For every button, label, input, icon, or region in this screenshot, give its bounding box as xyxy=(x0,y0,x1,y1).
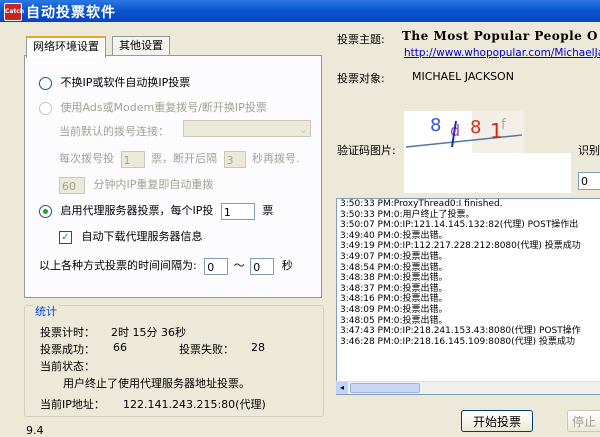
option-no-ip-change-row[interactable]: 不换IP或软件自动换IP投票 xyxy=(39,74,190,90)
window-title: 自动投票软件 xyxy=(26,5,116,21)
log-line: 3:48:54 PM:0:投票出错。 xyxy=(340,262,448,273)
log-list[interactable]: 3:50:33 PM:ProxyThread0:I finished. 3:50… xyxy=(336,198,600,395)
interval-unit: 秒 xyxy=(281,259,293,272)
topic-label: 投票主题: xyxy=(337,33,385,46)
log-line: 3:50:33 PM:0:用户终止了投票。 xyxy=(340,209,475,220)
log-horizontal-scrollbar[interactable]: ◂ xyxy=(336,381,600,394)
radio-no-ip-change[interactable] xyxy=(39,76,52,90)
stop-vote-button[interactable]: 停止 xyxy=(567,410,600,432)
dial-connection-select[interactable]: ⌄ xyxy=(183,120,311,137)
title-bar: Catch 自动投票软件 xyxy=(0,0,600,22)
log-line: 3:47:43 PM:0:IP:218.241.153.43:8080(代理) … xyxy=(340,326,581,337)
radio-adsl-redial[interactable] xyxy=(39,101,52,115)
log-line: 3:50:33 PM:ProxyThread0:I finished. xyxy=(340,199,503,209)
success-label: 投票成功： xyxy=(40,343,95,356)
dial-each-mid: 票，断开后隔 xyxy=(151,152,217,165)
captcha-graphic: 8 d 8 1 f xyxy=(404,111,524,153)
option-adsl-redial-label: 使用Ads或Modem重复拨号/断开换IP投票 xyxy=(60,101,267,114)
scroll-thumb[interactable] xyxy=(350,383,420,393)
dial-wait-input[interactable]: 3 xyxy=(223,150,246,168)
timer-value: 2时 15分 36秒 xyxy=(111,326,186,339)
tab-panel-network: 不换IP或软件自动换IP投票 使用Ads或Modem重复拨号/断开换IP投票 当… xyxy=(24,55,322,298)
log-line: 3:49:19 PM:0:IP:112.217.228.212:8080(代理)… xyxy=(340,241,581,252)
app-icon: Catch xyxy=(4,3,24,21)
log-line: 3:48:05 PM:0:投票出错。 xyxy=(340,315,448,326)
status-value: 用户终止了使用代理服务器地址投票。 xyxy=(63,377,250,390)
captcha-input-area[interactable] xyxy=(404,153,571,193)
redial-minutes-suffix: 分钟内IP重复即自动重拨 xyxy=(93,178,214,191)
dial-each-input[interactable]: 1 xyxy=(120,150,145,168)
start-vote-button[interactable]: 开始投票 xyxy=(461,410,533,432)
status-label: 当前状态： xyxy=(40,360,95,373)
interval-separator: ～ xyxy=(233,259,245,272)
target-label: 投票对象: xyxy=(337,72,385,85)
option-adsl-redial-row[interactable]: 使用Ads或Modem重复拨号/断开换IP投票 xyxy=(39,99,267,115)
ip-value: 122.141.243.215:80(代理) xyxy=(123,398,266,411)
log-line: 3:48:09 PM:0:投票出错。 xyxy=(340,304,448,315)
captcha-image: 8 d 8 1 f xyxy=(404,111,524,153)
chevron-down-icon: ⌄ xyxy=(298,123,308,136)
dial-each-prefix: 每次拨号投 xyxy=(59,152,114,165)
option-proxy-row[interactable]: 启用代理服务器投票，每个IP投 1 票 xyxy=(39,202,273,220)
ip-label: 当前IP地址： xyxy=(40,398,105,411)
svg-text:8: 8 xyxy=(430,115,441,136)
tab-other-settings[interactable]: 其他设置 xyxy=(112,36,170,55)
option-no-ip-change-label: 不换IP或软件自动换IP投票 xyxy=(60,76,191,89)
auto-download-proxy-label: 自动下载代理服务器信息 xyxy=(81,230,203,243)
target-value: MICHAEL JACKSON xyxy=(412,70,514,83)
dial-settings-row: 每次拨号投 1 票，断开后隔 3 秒再拨号. xyxy=(59,150,300,168)
captcha-label: 验证码图片: xyxy=(337,144,396,157)
settings-panel: 网络环境设置 其他设置 不换IP或软件自动换IP投票 使用Ads或Modem重复… xyxy=(24,36,322,298)
default-dial-label: 当前默认的拨号连接： xyxy=(59,125,169,138)
success-value: 66 xyxy=(113,341,127,354)
recognize-input[interactable]: 0 xyxy=(578,172,600,190)
fail-label: 投票失败： xyxy=(179,343,234,356)
scroll-left-arrow-icon[interactable]: ◂ xyxy=(336,382,348,394)
timer-label: 投票计时： xyxy=(40,326,95,339)
topic-url-link[interactable]: http://www.whopopular.com/MichaelJa xyxy=(404,47,600,59)
log-line: 3:48:16 PM:0:投票出错。 xyxy=(340,294,448,305)
dial-wait-suffix: 秒再拨号. xyxy=(252,152,300,165)
log-line: 3:46:28 PM:0:IP:218.16.145.109:8080(代理) … xyxy=(340,336,576,347)
stats-legend: 统计 xyxy=(33,303,59,319)
dial-connection-value[interactable]: ⌄ xyxy=(183,120,311,137)
redial-row: 60 分钟内IP重复即自动重拨 xyxy=(59,176,213,194)
redial-minutes-input[interactable]: 60 xyxy=(59,176,85,194)
interval-label: 以上各种方式投票的时间间隔为: xyxy=(39,259,197,272)
auto-download-proxy-row[interactable]: ✓ 自动下载代理服务器信息 xyxy=(59,228,203,244)
radio-proxy[interactable] xyxy=(39,204,52,218)
proxy-votes-input[interactable]: 1 xyxy=(220,202,255,220)
recognize-label: 识别 xyxy=(578,144,600,157)
stats-group: 统计 投票计时： 2时 15分 36秒 投票成功： 66 投票失败： 28 当前… xyxy=(24,303,324,417)
svg-text:8: 8 xyxy=(470,117,481,138)
log-line: 3:49:40 PM:0:投票出错。 xyxy=(340,230,448,241)
log-line: 3:49:07 PM:0:投票出错。 xyxy=(340,251,448,262)
topic-value: The Most Popular People O xyxy=(402,29,598,43)
interval-from-input[interactable]: 0 xyxy=(204,257,229,275)
proxy-votes-unit: 票 xyxy=(262,204,274,217)
interval-row: 以上各种方式投票的时间间隔为: 0 ～ 0 秒 xyxy=(39,257,293,275)
option-proxy-label: 启用代理服务器投票，每个IP投 xyxy=(60,204,214,217)
interval-to-input[interactable]: 0 xyxy=(250,257,275,275)
version-label: 9.4 xyxy=(26,424,44,437)
log-line: 3:48:37 PM:0:投票出错。 xyxy=(340,283,448,294)
fail-value: 28 xyxy=(251,341,265,354)
auto-download-proxy-checkbox[interactable]: ✓ xyxy=(59,230,72,244)
log-line: 3:50:07 PM:0:IP:121.14.145.132:82(代理) PO… xyxy=(340,220,579,231)
tab-network-settings[interactable]: 网络环境设置 xyxy=(26,36,106,58)
log-line: 3:48:38 PM:0:投票出错。 xyxy=(340,273,448,284)
